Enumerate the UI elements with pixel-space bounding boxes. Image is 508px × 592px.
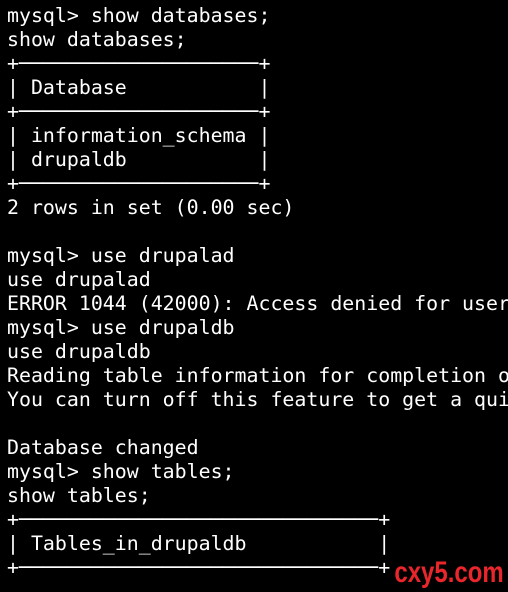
terminal-line: mysql> use drupalad [7, 244, 235, 267]
watermark-logo: cxy5.com [394, 556, 504, 589]
terminal-line: mysql> use drupaldb [7, 316, 235, 339]
terminal-line: Database changed [7, 436, 199, 459]
table-border: +────────────────────+ [7, 100, 271, 123]
table-header-row: | Tables_in_drupaldb | [7, 532, 391, 555]
terminal-line: use drupaldb [7, 340, 151, 363]
error-line: ERROR 1044 (42000): Access denied for us… [7, 292, 508, 315]
terminal-output: mysql> show databases; show databases; +… [7, 4, 508, 580]
table-border-top: +──────────────────────────────+ [7, 508, 391, 531]
terminal-line: mysql> show tables; [7, 460, 235, 483]
table-header-row: | Database | [7, 76, 271, 99]
terminal-line: Reading table information for completion… [7, 364, 508, 387]
terminal-line: 2 rows in set (0.00 sec) [7, 196, 295, 219]
terminal-window[interactable]: mysql> show databases; show databases; +… [0, 0, 508, 592]
table-border-bottom: +────────────────────+ [7, 172, 271, 195]
table-border-top: +────────────────────+ [7, 52, 271, 75]
terminal-line: show databases; [7, 28, 187, 51]
terminal-line: use drupalad [7, 268, 151, 291]
terminal-line: mysql> show databases; [7, 4, 271, 27]
table-row: | information_schema | [7, 124, 271, 147]
terminal-line: show tables; [7, 484, 151, 507]
table-row: | drupaldb | [7, 148, 271, 171]
terminal-line: You can turn off this feature to get a q… [7, 388, 508, 411]
